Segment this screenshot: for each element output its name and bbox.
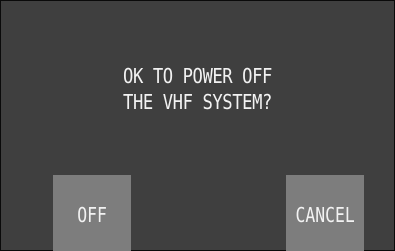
- message-line-2: THE VHF SYSTEM?: [123, 90, 272, 114]
- cancel-button-label: CANCEL: [295, 203, 355, 227]
- power-off-dialog: OK TO POWER OFF THE VHF SYSTEM? OFF CANC…: [0, 0, 395, 251]
- off-button[interactable]: OFF: [53, 175, 131, 251]
- message-line-1: OK TO POWER OFF: [123, 64, 272, 88]
- confirmation-message: OK TO POWER OFF THE VHF SYSTEM?: [29, 63, 367, 115]
- off-button-label: OFF: [77, 203, 107, 227]
- cancel-button[interactable]: CANCEL: [286, 175, 364, 251]
